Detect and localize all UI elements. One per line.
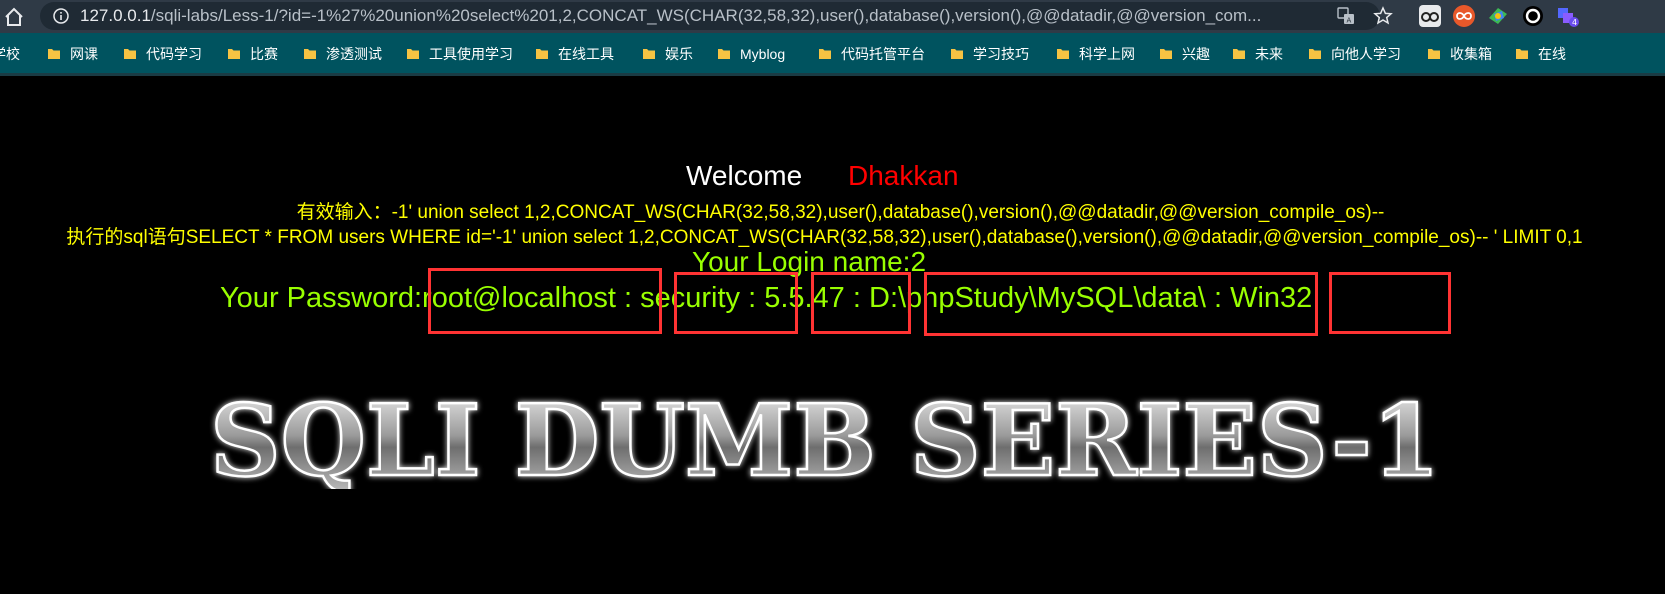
highlight-box-datadir	[924, 272, 1318, 336]
infinity-extension-icon[interactable]	[1452, 4, 1476, 28]
url-host: 127.0.0.1	[80, 6, 151, 25]
bookmark-label: 学习技巧	[973, 46, 1029, 62]
bookmark-item[interactable]: 学习技巧	[950, 44, 1029, 64]
bookmark-label: Myblog	[740, 46, 786, 62]
bookmark-item[interactable]: 比赛	[227, 44, 278, 64]
bookmark-item[interactable]: 在线	[1515, 44, 1566, 64]
folder-icon	[718, 49, 730, 59]
bookmark-label: 科学上网	[1079, 46, 1135, 62]
bookmark-label: 兴趣	[1182, 46, 1210, 62]
bookmark-item[interactable]: 网课	[47, 44, 98, 64]
user-name: Dhakkan	[848, 160, 959, 191]
bookmark-label: 代码学习	[146, 46, 202, 62]
folder-icon	[536, 49, 548, 59]
logo-text: SQLI DUMB SERIES-1	[210, 389, 1440, 489]
folder-icon	[228, 49, 240, 59]
highlight-box-database	[674, 272, 798, 334]
bookmark-label: 向他人学习	[1331, 46, 1401, 62]
password-label: Your Password:	[220, 282, 423, 314]
bookmark-item[interactable]: 未来	[1232, 44, 1283, 64]
bookmark-star-icon[interactable]	[1373, 6, 1393, 26]
translate-icon[interactable]: A	[1337, 7, 1355, 25]
sql-statement-line: 执行的sql语句SELECT * FROM users WHERE id='-1…	[66, 227, 1583, 248]
folder-icon	[407, 49, 419, 59]
bookmarks-bar: 学校 网课 代码学习 比赛 渗透测试 工具使用学习 在线工具 娱乐 Myblog 代码托管平台 学习…	[0, 33, 1665, 76]
folder-icon	[1309, 49, 1321, 59]
puzzle-extension-icon[interactable]: 4	[1555, 4, 1579, 28]
bookmark-item[interactable]: 工具使用学习	[406, 44, 513, 64]
folder-icon	[124, 49, 136, 59]
folder-icon	[1428, 49, 1440, 59]
info-icon[interactable]	[53, 8, 69, 24]
bookmark-label: 在线工具	[558, 46, 614, 62]
folder-icon	[48, 49, 60, 59]
bookmark-label: 学校	[0, 46, 20, 62]
folder-icon	[819, 49, 831, 59]
welcome-text: Welcome	[686, 160, 803, 191]
folder-icon	[643, 49, 655, 59]
highlight-box-version	[811, 272, 911, 334]
sqli-dumb-series-logo: SQLI DUMB SERIES-1	[209, 389, 1442, 489]
bookmark-item[interactable]: 收集箱	[1427, 44, 1492, 64]
glasses-extension-icon[interactable]	[1418, 4, 1442, 28]
folder-icon	[304, 49, 316, 59]
bookmark-label: 代码托管平台	[841, 46, 925, 62]
bookmark-label: 未来	[1255, 46, 1283, 62]
bookmark-label: 渗透测试	[326, 46, 382, 62]
folder-icon	[1160, 49, 1172, 59]
bookmark-label: 娱乐	[665, 46, 693, 62]
bookmark-label: 工具使用学习	[429, 46, 513, 62]
url-path: /sqli-labs/Less-1/?id=-1%27%20union%20se…	[150, 6, 1262, 25]
bookmark-item[interactable]: 娱乐	[642, 44, 693, 64]
svg-text:A: A	[1347, 17, 1352, 25]
circle-extension-icon[interactable]	[1521, 4, 1545, 28]
bookmark-item[interactable]: 渗透测试	[303, 44, 382, 64]
bookmark-label: 比赛	[250, 46, 278, 62]
bookmark-item[interactable]: 在线工具	[535, 44, 614, 64]
url-text[interactable]: 127.0.0.1/sqli-labs/Less-1/?id=-1%27%20u…	[80, 6, 1325, 26]
bookmark-item[interactable]: 兴趣	[1159, 44, 1210, 64]
bookmark-label: 网课	[70, 46, 98, 62]
bookmark-item[interactable]: 向他人学习	[1308, 44, 1401, 64]
folder-icon	[951, 49, 963, 59]
bookmark-item[interactable]: 学校	[0, 44, 20, 64]
address-bar[interactable]: 127.0.0.1/sqli-labs/Less-1/?id=-1%27%20u…	[40, 2, 1393, 30]
bookmark-item[interactable]: 代码托管平台	[818, 44, 925, 64]
highlight-box-user	[428, 268, 662, 334]
highlight-box-os	[1329, 272, 1451, 334]
extension-badge: 4	[1572, 18, 1577, 27]
colorful-extension-icon[interactable]	[1486, 4, 1510, 28]
folder-icon	[1516, 49, 1528, 59]
folder-icon	[1057, 49, 1069, 59]
home-icon[interactable]	[2, 5, 26, 29]
bookmark-item[interactable]: Myblog	[717, 44, 785, 64]
page-content: Welcome Dhakkan 有效输入：-1' union select 1,…	[0, 76, 1665, 594]
bookmark-label: 收集箱	[1450, 46, 1492, 62]
valid-input-line: 有效输入：-1' union select 1,2,CONCAT_WS(CHAR…	[296, 202, 1385, 223]
browser-toolbar: 127.0.0.1/sqli-labs/Less-1/?id=-1%27%20u…	[0, 0, 1665, 33]
folder-icon	[1233, 49, 1245, 59]
bookmark-label: 在线	[1538, 46, 1566, 62]
bookmark-item[interactable]: 代码学习	[123, 44, 202, 64]
bookmark-item[interactable]: 科学上网	[1056, 44, 1135, 64]
